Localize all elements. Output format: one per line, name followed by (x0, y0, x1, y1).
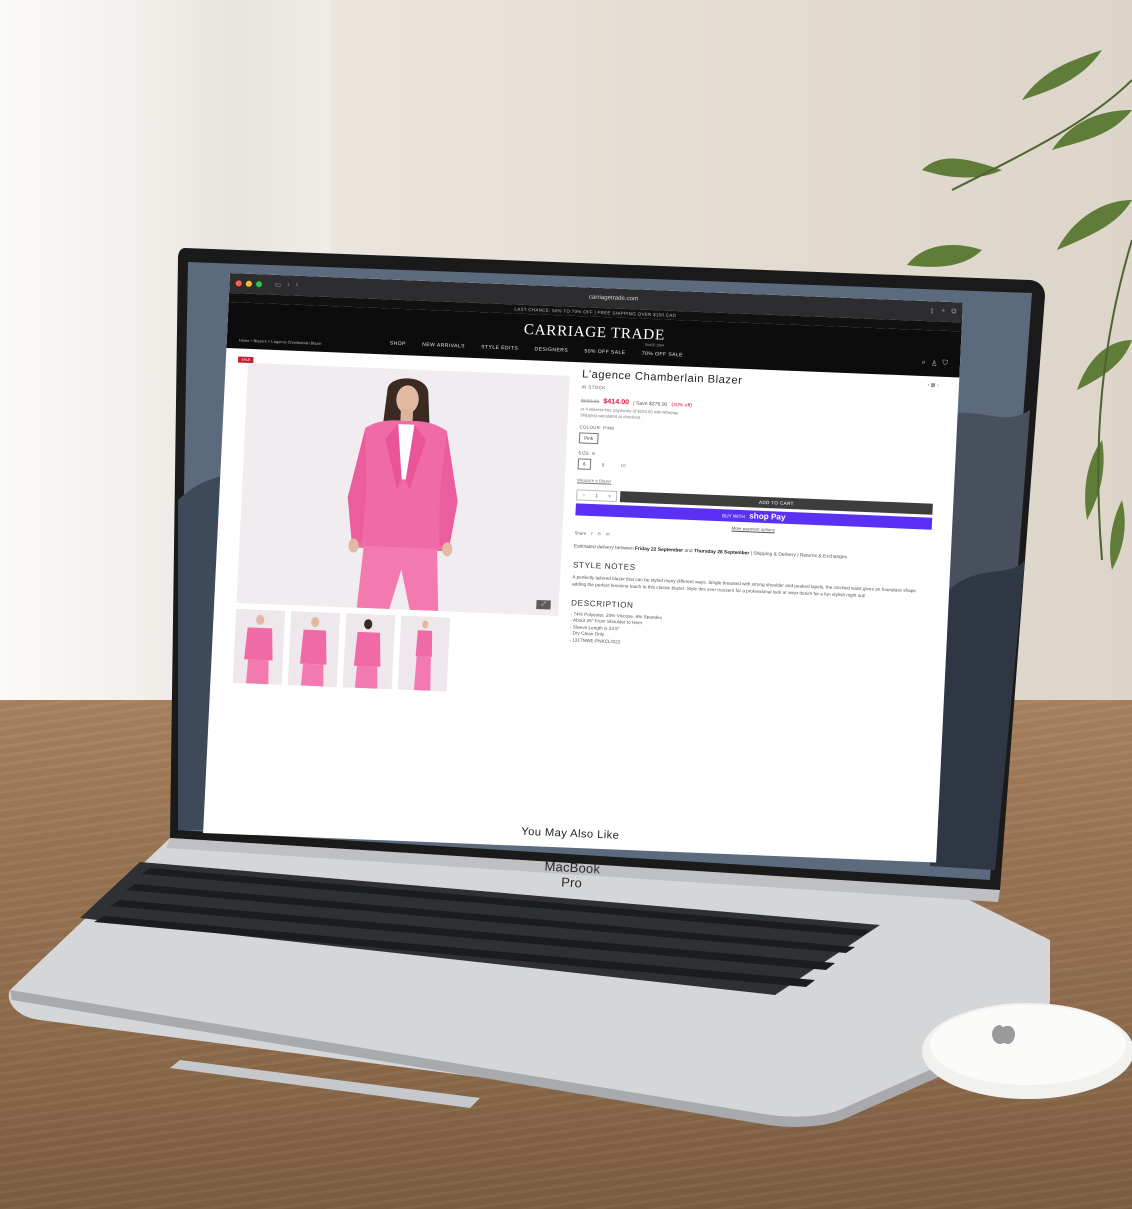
close-window-button[interactable] (235, 280, 242, 287)
share-icon[interactable]: ⇪ (929, 307, 935, 315)
nav-50-off-sale[interactable]: 50% OFF SALE (584, 348, 625, 356)
back-icon[interactable]: ‹ (287, 281, 290, 289)
maximize-window-button[interactable] (255, 281, 263, 288)
size-option-10[interactable]: 10 (615, 460, 631, 472)
product-info: ‹ ▦ › L'agence Chamberlain Blazer IN STO… (569, 368, 938, 658)
nav-70-off-sale[interactable]: 70% OFF SALE (642, 351, 683, 359)
new-tab-icon[interactable]: + (941, 308, 946, 316)
size-option-6[interactable]: 6 (577, 458, 591, 470)
laptop-brand-label: MacBook Pro (544, 858, 601, 891)
shop-pay-prefix: BUY WITH (721, 513, 745, 520)
qty-minus-button[interactable]: − (582, 491, 585, 500)
sale-price: $414.00 (603, 398, 630, 407)
share-pinterest-icon[interactable]: ℗ (597, 531, 600, 537)
browser-window: ▭ ‹ › carriagetrade.com ⇪ + ⧉ LAST CHANC… (203, 273, 963, 863)
share-facebook-icon[interactable]: f (591, 531, 592, 537)
thumbnail-3[interactable] (342, 613, 396, 690)
shop-pay-logo: shop Pay (749, 511, 786, 522)
zoom-icon[interactable]: ⤢ (536, 599, 551, 610)
delivery-links[interactable]: | Shipping & Delivery | Returns & Exchan… (751, 551, 848, 560)
delivery-and: and (684, 548, 693, 555)
quantity-stepper[interactable]: − 1 + (576, 489, 618, 502)
product-page: SALE ⤢ ‹ ▦ › L'agence Chamberlain Blazer… (203, 348, 959, 863)
original-price: $690.00 (580, 398, 600, 406)
breadcrumb[interactable]: Home > Blazers > L'agence Chamberlain Bl… (239, 338, 322, 345)
magic-mouse (922, 1003, 1132, 1099)
nav-designers[interactable]: DESIGNERS (534, 346, 568, 353)
delivery-text: Estimated delivery between (573, 544, 634, 552)
sidebar-icon[interactable]: ▭ (274, 281, 281, 289)
product-pager[interactable]: ‹ ▦ › (927, 382, 938, 388)
tabs-icon[interactable]: ⧉ (951, 308, 956, 316)
apple-logo-icon (992, 1025, 1015, 1044)
share-email-icon[interactable]: ✉ (606, 532, 610, 538)
nav-new-arrivals[interactable]: NEW ARRIVALS (422, 342, 465, 350)
thumbnail-1[interactable] (232, 608, 286, 685)
logo-subtitle: SINCE 1964 (644, 342, 665, 348)
safari-nav-icons: ▭ ‹ › (274, 281, 298, 290)
nav-style-edits[interactable]: STYLE EDITS (481, 344, 518, 351)
header-icons: ⌕ ♙ ⛉ (922, 359, 948, 368)
thumbnail-4[interactable] (397, 615, 451, 692)
thumbnail-strip (232, 608, 451, 692)
thumbnail-2[interactable] (287, 611, 341, 688)
model-in-pink-blazer (236, 362, 570, 616)
safari-right-icons: ⇪ + ⧉ (929, 307, 957, 316)
share-label: Share (574, 530, 587, 536)
colour-option-pink[interactable]: Pink (578, 432, 599, 445)
delivery-end: Thursday 28 September (693, 549, 750, 557)
size-option-8[interactable]: 8 (596, 459, 609, 471)
savings: | Save $276.00 (632, 400, 668, 408)
product-main-image[interactable]: ⤢ (236, 362, 570, 616)
cart-icon[interactable]: ⛉ (942, 360, 948, 368)
search-icon[interactable]: ⌕ (922, 359, 926, 367)
qty-plus-button[interactable]: + (608, 492, 611, 501)
discount-percent: (40% off) (671, 401, 693, 409)
nav-shop[interactable]: SHOP (390, 341, 406, 348)
minimize-window-button[interactable] (245, 280, 253, 287)
qty-value: 1 (595, 493, 599, 500)
delivery-start: Friday 22 September (634, 546, 684, 554)
account-icon[interactable]: ♙ (931, 359, 938, 367)
forward-icon[interactable]: › (295, 282, 299, 290)
